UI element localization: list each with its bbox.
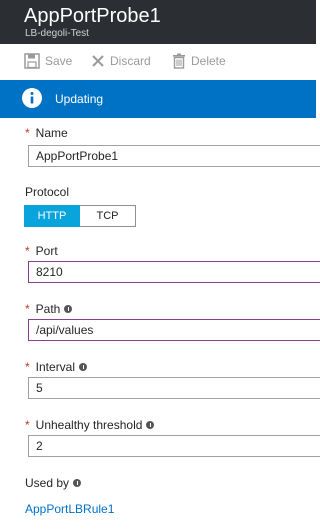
port-label-row: * Port — [25, 244, 58, 258]
info-icon[interactable] — [64, 305, 73, 313]
blade-header: AppPortProbe1 LB-degoli-Test — [0, 0, 316, 44]
name-label: Name — [35, 126, 68, 140]
path-label: Path — [35, 302, 61, 316]
discard-label: Discard — [110, 54, 151, 68]
used-by-label: Used by — [25, 476, 70, 490]
status-text: Updating — [55, 92, 104, 106]
protocol-tcp-option[interactable]: TCP — [80, 205, 136, 227]
required-marker: * — [25, 302, 30, 316]
path-field[interactable]: /api/values — [28, 319, 320, 341]
info-icon — [22, 88, 42, 108]
discard-button[interactable]: Discard — [91, 53, 151, 69]
protocol-toggle: HTTP TCP — [24, 205, 136, 227]
used-by-label-row: Used by — [25, 476, 82, 490]
protocol-http-option[interactable]: HTTP — [24, 205, 80, 227]
info-icon[interactable] — [73, 479, 82, 487]
threshold-label: Unhealthy threshold — [35, 418, 143, 432]
port-label: Port — [35, 244, 58, 258]
blade-subtitle: LB-degoli-Test — [25, 28, 89, 39]
required-marker: * — [25, 360, 30, 374]
threshold-field[interactable]: 2 — [28, 435, 320, 457]
used-by-rule-link[interactable]: AppPortLBRule1 — [25, 502, 114, 516]
command-bar: Save Discard Delete — [0, 44, 316, 78]
protocol-label: Protocol — [25, 185, 70, 199]
info-icon[interactable] — [146, 421, 155, 429]
delete-label: Delete — [191, 54, 226, 68]
save-label: Save — [45, 54, 73, 68]
interval-label: Interval — [35, 360, 76, 374]
blade-title: AppPortProbe1 — [24, 5, 161, 27]
path-label-row: * Path — [25, 302, 73, 316]
save-button[interactable]: Save — [24, 53, 72, 69]
save-icon — [24, 53, 40, 69]
port-field[interactable]: 8210 — [28, 261, 320, 283]
name-field[interactable]: AppPortProbe1 — [28, 145, 320, 167]
required-marker: * — [25, 126, 30, 140]
trash-icon — [173, 53, 185, 69]
close-icon — [92, 55, 104, 67]
interval-field[interactable]: 5 — [28, 377, 320, 399]
required-marker: * — [25, 418, 30, 432]
name-label-row: * Name — [25, 126, 68, 140]
status-banner: Updating — [0, 80, 316, 118]
info-icon[interactable] — [79, 363, 88, 371]
delete-button[interactable]: Delete — [172, 53, 226, 69]
threshold-label-row: * Unhealthy threshold — [25, 418, 155, 432]
required-marker: * — [25, 244, 30, 258]
interval-label-row: * Interval — [25, 360, 88, 374]
